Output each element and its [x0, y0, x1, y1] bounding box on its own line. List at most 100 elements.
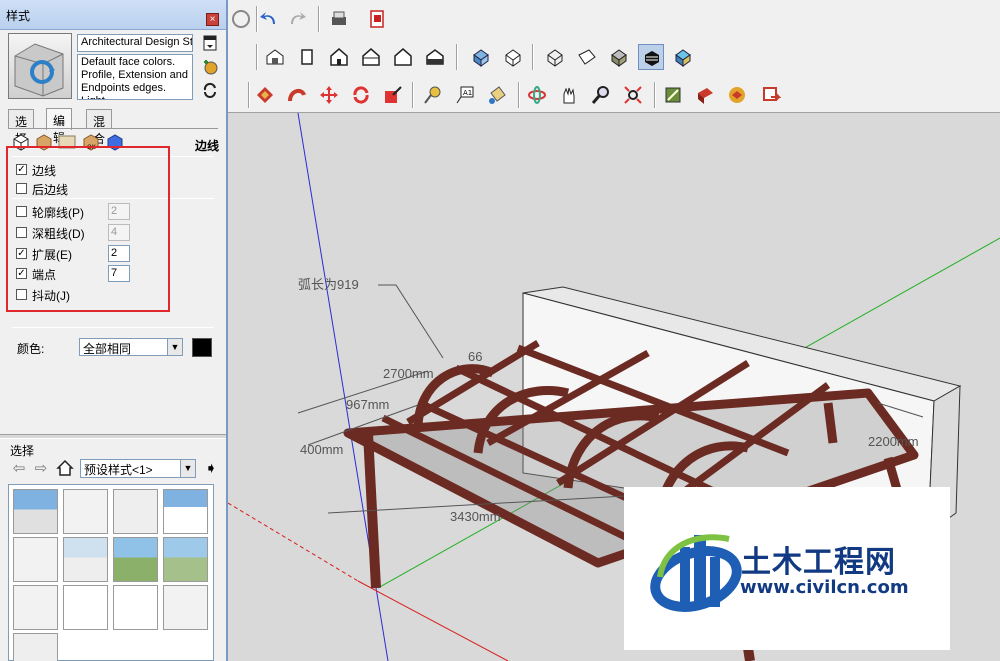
- style-thumb[interactable]: [13, 537, 58, 582]
- update-style-icon[interactable]: [201, 81, 219, 99]
- style-thumbnail[interactable]: [8, 33, 72, 99]
- 3d-warehouse-icon[interactable]: [724, 82, 750, 108]
- watermark-settings-icon[interactable]: OK: [82, 133, 100, 151]
- endpoints-length-input[interactable]: 7: [108, 265, 130, 282]
- color-mode-value: 全部相同: [83, 342, 132, 356]
- extension-label: 扩展(E): [32, 248, 72, 262]
- dim-400-label: 400mm: [300, 442, 343, 457]
- tab-edit[interactable]: 编辑: [46, 108, 73, 145]
- depth-cue-width-input[interactable]: 4: [108, 224, 130, 241]
- panel-titlebar[interactable]: 样式 ×: [0, 0, 226, 30]
- redo-icon[interactable]: [284, 6, 310, 32]
- hidden-line-icon[interactable]: [574, 44, 600, 70]
- chevron-down-icon[interactable]: ▼: [167, 339, 182, 355]
- right-view-icon[interactable]: [358, 44, 384, 70]
- style-thumb[interactable]: [63, 537, 108, 582]
- tab-select[interactable]: 选择: [8, 109, 35, 146]
- toolbar-area: A1: [228, 0, 1000, 113]
- get-models-icon[interactable]: [660, 82, 686, 108]
- collection-value: 预设样式<1>: [84, 463, 153, 477]
- home-icon[interactable]: [56, 459, 74, 479]
- tab-mix[interactable]: 混合: [86, 109, 113, 146]
- jitter-label: 抖动(J): [32, 289, 70, 303]
- profiles-width-input[interactable]: 2: [108, 203, 130, 220]
- wireframe-icon[interactable]: [542, 44, 568, 70]
- style-thumb[interactable]: [113, 585, 158, 630]
- face-settings-icon[interactable]: [35, 133, 53, 151]
- share-model-icon[interactable]: [692, 82, 718, 108]
- print-icon[interactable]: [326, 6, 352, 32]
- watermark-logo: 土木工程网 www.civilcn.com: [624, 487, 950, 650]
- watermark-title: 土木工程网: [741, 545, 896, 580]
- shaded-textures-icon[interactable]: [638, 44, 664, 70]
- back-edges-icon[interactable]: [500, 44, 526, 70]
- profiles-checkbox[interactable]: [16, 206, 27, 217]
- edge-color-swatch[interactable]: [192, 338, 212, 357]
- iso-view-icon[interactable]: [262, 44, 288, 70]
- move-icon[interactable]: [316, 82, 342, 108]
- jitter-checkbox[interactable]: [16, 289, 27, 300]
- details-arrow-icon[interactable]: ➧: [202, 459, 220, 479]
- send-to-layout-icon[interactable]: [758, 82, 784, 108]
- endpoints-label: 端点: [32, 268, 57, 282]
- style-description-field[interactable]: Default face colors. Profile, Extension …: [77, 54, 193, 100]
- model-info-icon[interactable]: [364, 6, 390, 32]
- front-view-icon[interactable]: [326, 44, 352, 70]
- monochrome-icon[interactable]: [670, 44, 696, 70]
- zoom-extents-icon[interactable]: [620, 82, 646, 108]
- follow-me-icon[interactable]: [284, 82, 310, 108]
- close-button[interactable]: ×: [206, 13, 219, 26]
- color-mode-select[interactable]: 全部相同 ▼: [79, 338, 183, 356]
- back-view-icon[interactable]: [390, 44, 416, 70]
- background-settings-icon[interactable]: [58, 133, 76, 151]
- depth-cue-checkbox[interactable]: [16, 227, 27, 238]
- styles-panel: 样式 × Architectural Design Style Default …: [0, 0, 228, 661]
- style-thumb[interactable]: [13, 633, 58, 661]
- xray-icon[interactable]: [468, 44, 494, 70]
- push-pull-icon[interactable]: [252, 82, 278, 108]
- forward-arrow-icon[interactable]: ⇨: [32, 459, 50, 479]
- scale-icon[interactable]: [380, 82, 406, 108]
- extension-length-input[interactable]: 2: [108, 245, 130, 262]
- pan-icon[interactable]: [556, 82, 582, 108]
- style-thumb[interactable]: [13, 489, 58, 534]
- style-thumb[interactable]: [13, 585, 58, 630]
- style-thumb[interactable]: [163, 537, 208, 582]
- select-icon[interactable]: [228, 6, 254, 32]
- edge-settings-icon[interactable]: [12, 133, 30, 151]
- style-thumb[interactable]: [113, 489, 158, 534]
- rotate-icon[interactable]: [348, 82, 374, 108]
- text-icon[interactable]: A1: [452, 82, 478, 108]
- back-edges-checkbox[interactable]: [16, 183, 27, 194]
- chevron-down-icon[interactable]: ▼: [180, 460, 195, 477]
- undo-icon[interactable]: [256, 6, 282, 32]
- edges-checkbox[interactable]: ✓: [16, 164, 27, 175]
- style-thumb[interactable]: [163, 585, 208, 630]
- display-secondary-pane-icon[interactable]: [201, 34, 219, 52]
- dim-right-label: 2200mm: [868, 434, 919, 449]
- back-arrow-icon[interactable]: ⇦: [10, 459, 28, 479]
- sketchup-window: A1 弧长为919 2700mm 66 967mm 400mm 3430mm 2…: [0, 0, 1000, 661]
- paint-bucket-icon[interactable]: [484, 82, 510, 108]
- collection-select[interactable]: 预设样式<1> ▼: [80, 459, 196, 478]
- style-name-field[interactable]: Architectural Design Style: [77, 34, 193, 52]
- style-thumb[interactable]: [163, 489, 208, 534]
- style-thumb[interactable]: [63, 489, 108, 534]
- modeling-settings-icon[interactable]: [106, 133, 124, 151]
- create-style-icon[interactable]: [201, 58, 219, 76]
- orbit-icon[interactable]: [524, 82, 550, 108]
- red-axis: [357, 580, 509, 661]
- style-thumb[interactable]: [113, 537, 158, 582]
- svg-text:OK: OK: [87, 144, 97, 151]
- top-view-icon[interactable]: [294, 44, 320, 70]
- tape-measure-icon[interactable]: [420, 82, 446, 108]
- endpoints-checkbox[interactable]: ✓: [16, 268, 27, 279]
- left-view-icon[interactable]: [422, 44, 448, 70]
- pane-splitter[interactable]: [0, 434, 226, 439]
- back-edges-label: 后边线: [32, 183, 69, 197]
- extension-checkbox[interactable]: ✓: [16, 248, 27, 259]
- style-thumb[interactable]: [63, 585, 108, 630]
- dim-2700-label: 2700mm: [383, 366, 434, 381]
- zoom-icon[interactable]: [588, 82, 614, 108]
- shaded-icon[interactable]: [606, 44, 632, 70]
